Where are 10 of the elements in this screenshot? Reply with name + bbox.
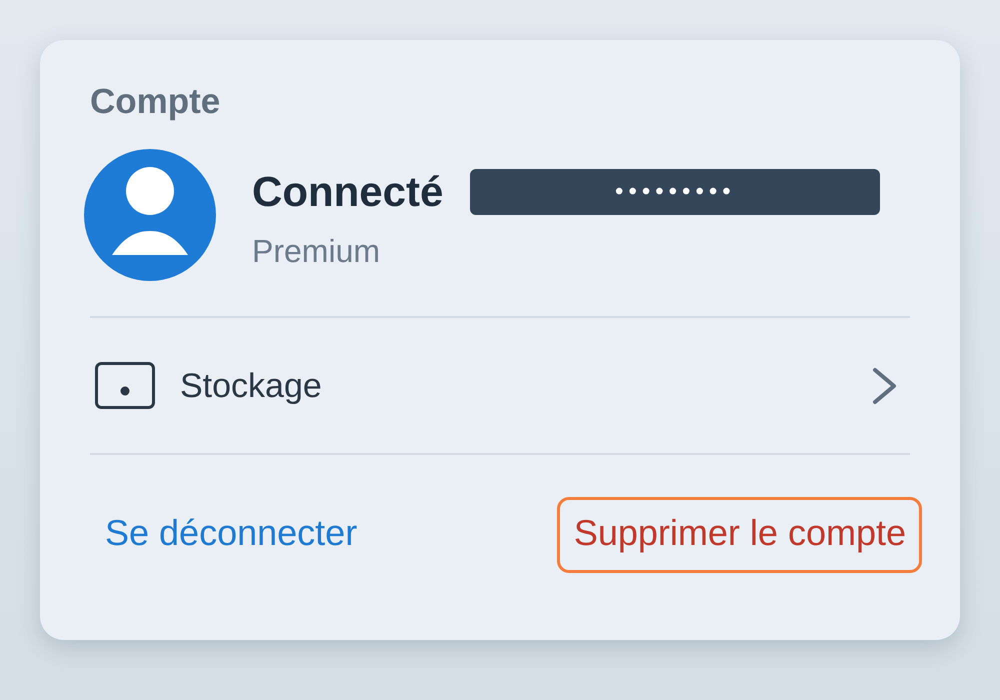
logout-link[interactable]: Se déconnecter (90, 497, 372, 573)
account-plan: Premium (252, 232, 380, 270)
account-status: Connecté (252, 168, 444, 216)
storage-icon (95, 362, 155, 409)
avatar-icon (84, 149, 216, 281)
masked-value: ••••••••• (470, 169, 880, 215)
menu-item[interactable]: Stockage (90, 318, 910, 453)
delete-account-button[interactable]: Supprimer le compte (556, 497, 922, 573)
chevron-right-icon (872, 366, 898, 404)
section-title: Compte (90, 82, 220, 122)
